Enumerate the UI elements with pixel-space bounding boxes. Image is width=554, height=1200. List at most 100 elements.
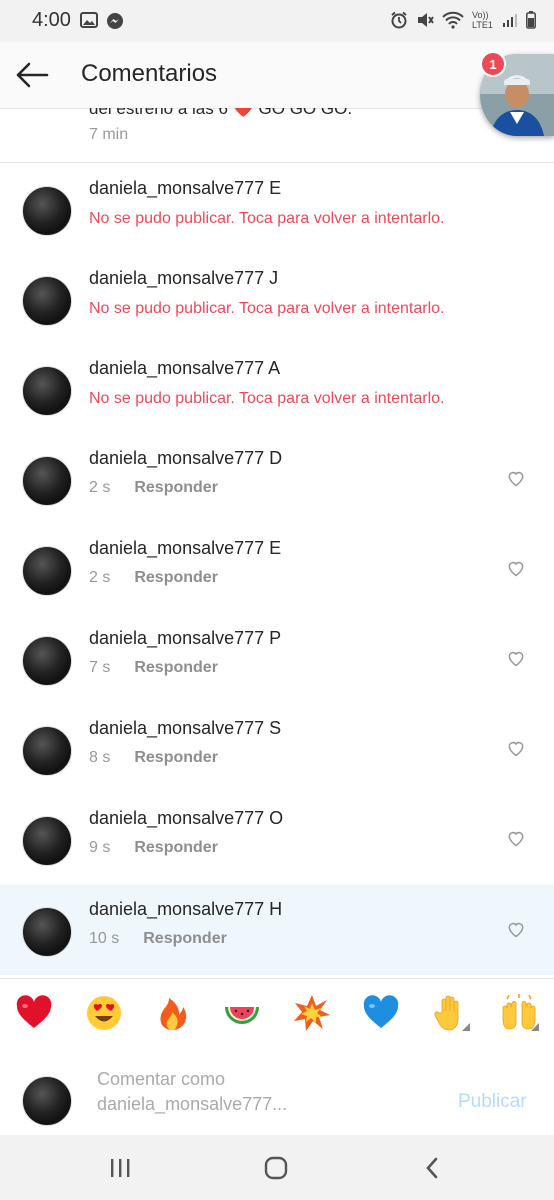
comment-meta: 2 s Responder: [89, 569, 218, 587]
avatar[interactable]: [22, 366, 72, 416]
heart-icon[interactable]: [506, 558, 526, 578]
fire-emoji-icon[interactable]: [153, 993, 193, 1033]
blue-heart-emoji-icon[interactable]: [361, 993, 401, 1033]
comment-text: E: [269, 178, 282, 198]
heart-icon[interactable]: [506, 828, 526, 848]
comment-username[interactable]: daniela_monsalve777: [89, 628, 264, 648]
comment-meta: 7 s Responder: [89, 659, 218, 677]
comment-composer: Comentar como daniela_monsalve777... Pub…: [0, 1047, 554, 1135]
comment-line: daniela_monsalve777 E: [89, 178, 281, 199]
comment-item[interactable]: daniela_monsalve777 A No se pudo publica…: [0, 344, 554, 434]
comment-meta: 8 s Responder: [89, 749, 218, 767]
status-time: 4:00: [32, 9, 71, 31]
previous-comment-time: 7 min: [89, 126, 129, 143]
comment-line: daniela_monsalve777 S: [89, 718, 281, 739]
heart-icon[interactable]: [506, 919, 526, 939]
app-header: Comentarios: [0, 42, 554, 109]
reply-button[interactable]: Responder: [143, 930, 227, 947]
comment-username[interactable]: daniela_monsalve777: [89, 178, 264, 198]
gallery-icon: [80, 12, 98, 28]
comment-error[interactable]: No se pudo publicar. Toca para volver a …: [89, 210, 444, 228]
back-button[interactable]: [12, 56, 52, 94]
messenger-icon: [107, 13, 123, 29]
home-icon: [264, 1156, 288, 1180]
red-heart-emoji-icon[interactable]: [14, 993, 54, 1033]
reply-button[interactable]: Responder: [134, 839, 218, 856]
comment-line: daniela_monsalve777 O: [89, 808, 283, 829]
avatar[interactable]: [22, 907, 72, 957]
heart-eyes-emoji-icon[interactable]: [84, 993, 124, 1033]
battery-icon: [526, 11, 536, 29]
comment-item[interactable]: daniela_monsalve777 S 8 s Responder: [0, 704, 554, 794]
avatar: [22, 1076, 72, 1126]
comment-line: daniela_monsalve777 E: [89, 538, 281, 559]
input-placeholder-line1: Comentar como: [97, 1069, 226, 1089]
chevron-left-icon: [426, 1157, 438, 1179]
watermelon-emoji-icon[interactable]: [222, 993, 262, 1033]
previous-comment: del estreno a las 6 ❤️ GO GO GO. 7 min: [0, 108, 554, 163]
comment-item[interactable]: daniela_monsalve777 E 2 s Responder: [0, 524, 554, 614]
comment-text: H: [269, 899, 283, 919]
heart-icon[interactable]: [506, 648, 526, 668]
comment-error[interactable]: No se pudo publicar. Toca para volver a …: [89, 300, 444, 318]
system-nav-bar: [0, 1135, 554, 1200]
reply-button[interactable]: Responder: [134, 479, 218, 496]
comment-username[interactable]: daniela_monsalve777: [89, 538, 264, 558]
comment-username[interactable]: daniela_monsalve777: [89, 268, 264, 288]
notification-badge: 1: [480, 51, 506, 77]
comment-text: S: [269, 718, 282, 738]
comment-item[interactable]: daniela_monsalve777 P 7 s Responder: [0, 614, 554, 704]
avatar[interactable]: [22, 276, 72, 326]
avatar[interactable]: [22, 816, 72, 866]
comment-item[interactable]: daniela_monsalve777 O 9 s Responder: [0, 794, 554, 884]
network-label: Vo)) LTE1: [472, 10, 493, 30]
avatar[interactable]: [22, 186, 72, 236]
comment-item[interactable]: daniela_monsalve777 H 10 s Responder: [0, 885, 554, 975]
avatar[interactable]: [22, 636, 72, 686]
comment-item[interactable]: daniela_monsalve777 E No se pudo publica…: [0, 164, 554, 254]
comment-username[interactable]: daniela_monsalve777: [89, 808, 264, 828]
comment-time: 2 s: [89, 569, 111, 586]
comment-username[interactable]: daniela_monsalve777: [89, 448, 264, 468]
comment-text: D: [269, 448, 283, 468]
raising-hands-emoji-icon[interactable]: [499, 993, 539, 1033]
reply-button[interactable]: Responder: [134, 659, 218, 676]
reply-button[interactable]: Responder: [134, 749, 218, 766]
raised-hand-emoji-icon[interactable]: [430, 993, 470, 1033]
collision-emoji-icon[interactable]: [292, 993, 332, 1033]
comment-line: daniela_monsalve777 D: [89, 448, 282, 469]
comment-input[interactable]: Comentar como daniela_monsalve777...: [97, 1067, 427, 1121]
comment-item[interactable]: daniela_monsalve777 J No se pudo publica…: [0, 254, 554, 344]
emoji-bar: [0, 978, 554, 1048]
heart-icon[interactable]: [506, 468, 526, 488]
comment-username[interactable]: daniela_monsalve777: [89, 899, 264, 919]
comment-meta: 2 s Responder: [89, 479, 218, 497]
reply-button[interactable]: Responder: [134, 569, 218, 586]
heart-icon[interactable]: [506, 738, 526, 758]
recent-apps-button[interactable]: [100, 1153, 140, 1183]
comment-line: daniela_monsalve777 A: [89, 358, 280, 379]
home-button[interactable]: [256, 1153, 296, 1183]
comment-username[interactable]: daniela_monsalve777: [89, 718, 264, 738]
comment-time: 9 s: [89, 839, 111, 856]
publish-button[interactable]: Publicar: [458, 1091, 527, 1113]
comment-time: 7 s: [89, 659, 111, 676]
avatar[interactable]: [22, 546, 72, 596]
avatar[interactable]: [22, 456, 72, 506]
comment-meta: 10 s Responder: [89, 930, 227, 948]
arrow-left-icon: [16, 62, 49, 88]
avatar[interactable]: [22, 726, 72, 776]
back-nav-button[interactable]: [412, 1153, 452, 1183]
comment-error[interactable]: No se pudo publicar. Toca para volver a …: [89, 390, 444, 408]
comment-time: 10 s: [89, 930, 120, 947]
comment-text: O: [269, 808, 284, 828]
wifi-icon: [442, 11, 464, 29]
comment-username[interactable]: daniela_monsalve777: [89, 358, 264, 378]
recent-apps-icon: [111, 1159, 130, 1177]
status-bar: 4:00 Vo)) LTE1: [0, 0, 554, 42]
comment-time: 8 s: [89, 749, 111, 766]
mute-icon: [418, 13, 434, 27]
comment-line: daniela_monsalve777 J: [89, 268, 278, 289]
previous-comment-text: del estreno a las 6 ❤️ GO GO GO.: [89, 108, 353, 118]
comment-item[interactable]: daniela_monsalve777 D 2 s Responder: [0, 434, 554, 524]
